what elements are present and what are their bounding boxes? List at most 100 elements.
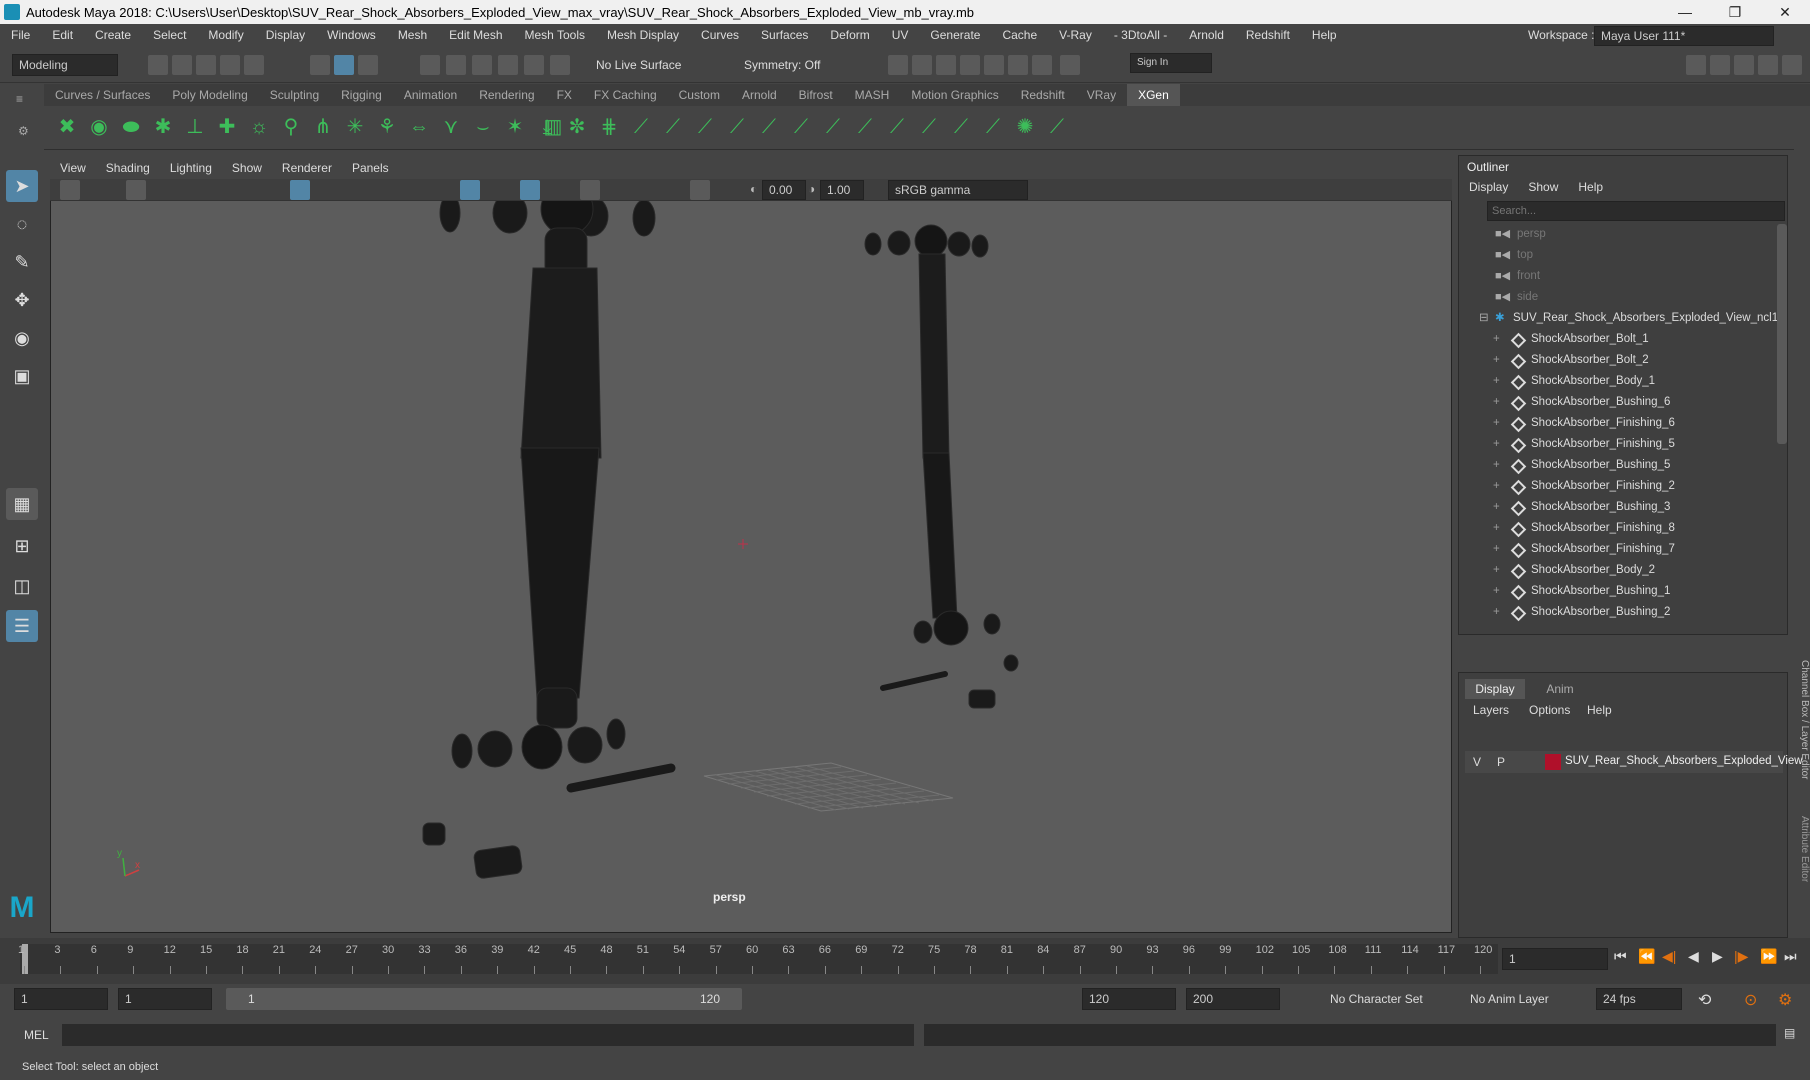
xgen-tool-22-icon[interactable]: ⟋: [692, 114, 718, 140]
isolate-icon[interactable]: [690, 180, 710, 200]
outliner-menu-help[interactable]: Help: [1568, 178, 1613, 198]
shelf-tab-rendering[interactable]: Rendering: [468, 84, 545, 106]
layer-color-swatch[interactable]: [1545, 754, 1561, 770]
attribute-editor-side-tab[interactable]: Attribute Editor: [1790, 816, 1810, 896]
camera-select-icon[interactable]: [60, 180, 80, 200]
two-view-icon[interactable]: ◫: [6, 570, 38, 602]
xgen-tool-23-icon[interactable]: ⟋: [724, 114, 750, 140]
outliner-item[interactable]: + ShockAbsorber_Body_2: [1459, 560, 1777, 581]
menu-mesh-tools[interactable]: Mesh Tools: [514, 28, 596, 42]
shelf-tab-mash[interactable]: MASH: [844, 84, 901, 106]
modeling-toolkit-icon[interactable]: [1686, 55, 1706, 75]
symmetry-field[interactable]: Symmetry: Off: [744, 58, 820, 72]
redo-icon[interactable]: [244, 55, 264, 75]
outliner-item[interactable]: + ShockAbsorber_Bushing_5: [1459, 455, 1777, 476]
viewport-menu-lighting[interactable]: Lighting: [160, 161, 222, 175]
xgen-tool-32-icon[interactable]: ✺: [1012, 114, 1038, 140]
menu-mesh-display[interactable]: Mesh Display: [596, 28, 690, 42]
menu-edit-mesh[interactable]: Edit Mesh: [438, 28, 513, 42]
go-to-start-icon[interactable]: ⏮: [1614, 948, 1627, 965]
xgen-tool-31-icon[interactable]: ⟋: [980, 114, 1006, 140]
xgen-tool-3-icon[interactable]: ⬬: [118, 114, 144, 140]
expand-icon[interactable]: +: [1493, 434, 1500, 455]
xgen-tool-30-icon[interactable]: ⟋: [948, 114, 974, 140]
layer-name[interactable]: SUV_Rear_Shock_Absorbers_Exploded_View: [1565, 755, 1803, 767]
xgen-tool-18-icon[interactable]: ✼: [564, 114, 590, 140]
pause-render-icon[interactable]: [1060, 55, 1080, 75]
render-camera-icon[interactable]: [1008, 55, 1028, 75]
expand-icon[interactable]: +: [1493, 392, 1500, 413]
collapse-icon[interactable]: ⊟: [1479, 308, 1489, 329]
expand-icon[interactable]: +: [1493, 539, 1500, 560]
shelf-tab-fx[interactable]: FX: [546, 84, 583, 106]
menu-help[interactable]: Help: [1301, 28, 1348, 42]
close-button[interactable]: ✕: [1762, 0, 1808, 24]
step-back-frame-icon[interactable]: ◀|: [1662, 948, 1676, 965]
viewport-menu-panels[interactable]: Panels: [342, 161, 399, 175]
outliner-item[interactable]: + ShockAbsorber_Bolt_1: [1459, 329, 1777, 350]
open-scene-icon[interactable]: [172, 55, 192, 75]
channel-box-icon[interactable]: [1782, 55, 1802, 75]
menu-curves[interactable]: Curves: [690, 28, 750, 42]
anim-layer-dropdown[interactable]: No Anim Layer: [1470, 992, 1549, 1006]
undo-icon[interactable]: [220, 55, 240, 75]
expand-icon[interactable]: +: [1493, 560, 1500, 581]
menu-edit[interactable]: Edit: [41, 28, 84, 42]
viewport-menu-renderer[interactable]: Renderer: [272, 161, 342, 175]
menu-generate[interactable]: Generate: [919, 28, 991, 42]
shelf-menu-icon[interactable]: ≡: [16, 92, 23, 106]
viewport-panel[interactable]: x y persp: [50, 157, 1452, 933]
menu-select[interactable]: Select: [142, 28, 197, 42]
mel-input[interactable]: [62, 1024, 914, 1046]
xgen-tool-10-icon[interactable]: ✳: [342, 114, 368, 140]
outliner-item[interactable]: + ShockAbsorber_Finishing_5: [1459, 434, 1777, 455]
menu-modify[interactable]: Modify: [197, 28, 254, 42]
snap-view-plane-icon[interactable]: [498, 55, 518, 75]
menu-surfaces[interactable]: Surfaces: [750, 28, 819, 42]
outliner-item[interactable]: + ShockAbsorber_Bushing_3: [1459, 497, 1777, 518]
ipr-render-icon[interactable]: [936, 55, 956, 75]
channel-box-side-tab[interactable]: Channel Box / Layer Editor: [1790, 660, 1810, 780]
select-tool-icon[interactable]: ➤: [6, 170, 38, 202]
shelf-tab-xgen[interactable]: XGen: [1127, 84, 1180, 106]
select-object-icon[interactable]: [334, 55, 354, 75]
scale-tool-icon[interactable]: ▣: [6, 360, 38, 392]
snap-magnet-icon[interactable]: [550, 55, 570, 75]
outliner-search-input[interactable]: [1487, 201, 1785, 221]
playback-end-field[interactable]: 120: [1082, 988, 1176, 1010]
range-slider[interactable]: 1 120: [226, 988, 742, 1010]
expand-icon[interactable]: +: [1493, 497, 1500, 518]
gamma-field[interactable]: 1.00: [820, 180, 864, 200]
expand-icon[interactable]: +: [1493, 602, 1500, 623]
move-tool-icon[interactable]: ✥: [6, 284, 38, 316]
anim-prefs-icon[interactable]: ⚙: [1778, 990, 1792, 1010]
shelf-tab-animation[interactable]: Animation: [393, 84, 468, 106]
textured-icon[interactable]: [520, 180, 540, 200]
outliner-item[interactable]: + ShockAbsorber_Body_1: [1459, 371, 1777, 392]
save-scene-icon[interactable]: [196, 55, 216, 75]
snap-grid-icon[interactable]: [420, 55, 440, 75]
menu-mesh[interactable]: Mesh: [387, 28, 438, 42]
step-forward-key-icon[interactable]: ⏩: [1760, 948, 1777, 965]
shelf-tab-motion-graphics[interactable]: Motion Graphics: [900, 84, 1009, 106]
loop-icon[interactable]: ⟲: [1698, 990, 1711, 1010]
single-view-icon[interactable]: ▦: [6, 488, 38, 520]
xgen-tool-28-icon[interactable]: ⟋: [884, 114, 910, 140]
grid-toggle-icon[interactable]: [290, 180, 310, 200]
playback-start-field[interactable]: 1: [118, 988, 212, 1010]
outliner-camera-top[interactable]: ■◀ top: [1459, 245, 1777, 266]
xgen-tool-6-icon[interactable]: ✚: [214, 114, 240, 140]
sign-in-button[interactable]: Sign In: [1130, 53, 1212, 73]
xgen-tool-25-icon[interactable]: ⟋: [788, 114, 814, 140]
menu-windows[interactable]: Windows: [316, 28, 387, 42]
shelf-tab-bifrost[interactable]: Bifrost: [788, 84, 844, 106]
snap-live-icon[interactable]: [524, 55, 544, 75]
tool-settings-icon[interactable]: [1758, 55, 1778, 75]
camera-attributes-icon[interactable]: [126, 180, 146, 200]
select-hierarchy-icon[interactable]: [310, 55, 330, 75]
xgen-tool-29-icon[interactable]: ⟋: [916, 114, 942, 140]
fps-dropdown[interactable]: 24 fps: [1596, 988, 1682, 1010]
xgen-tool-21-icon[interactable]: ⟋: [660, 114, 686, 140]
menu-options[interactable]: Options: [1529, 703, 1570, 717]
menu-uv[interactable]: UV: [881, 28, 920, 42]
